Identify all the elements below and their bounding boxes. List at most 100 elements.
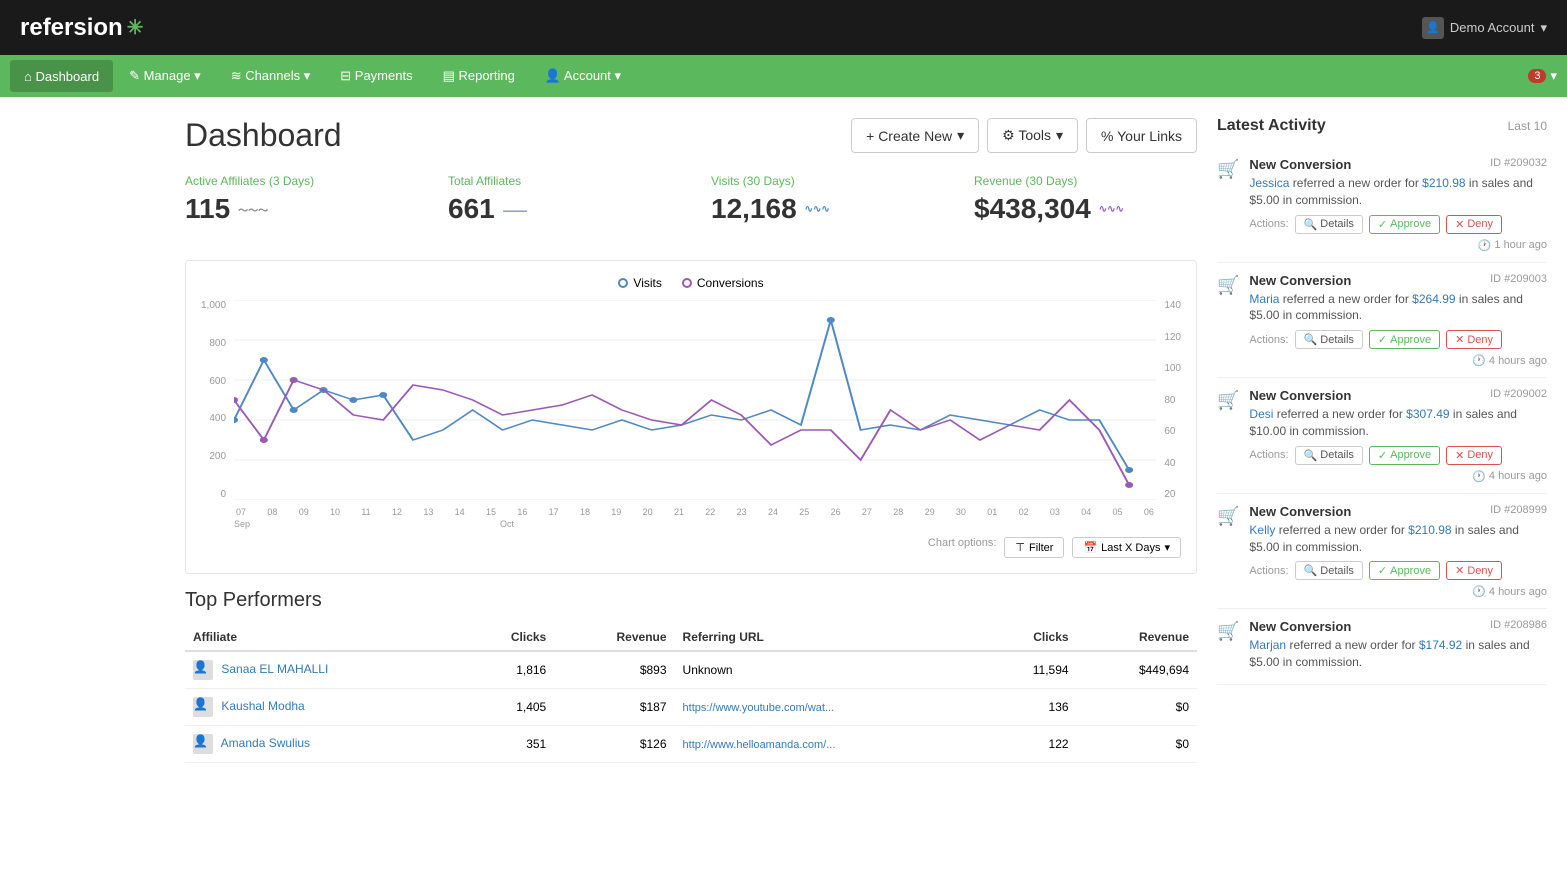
activity-top: New Conversion ID #209003 [1249, 273, 1547, 288]
col-revenue: Revenue [554, 624, 674, 651]
affiliate-link[interactable]: Kelly [1249, 523, 1275, 537]
approve-button[interactable]: ✓ Approve [1369, 446, 1440, 465]
details-button[interactable]: 🔍 Details [1295, 330, 1363, 349]
url-cell: Unknown [675, 651, 983, 689]
account-menu[interactable]: 👤 Demo Account ▾ [1422, 17, 1547, 39]
activity-type: New Conversion [1249, 157, 1351, 172]
activity-text: Kelly referred a new order for $210.98 i… [1249, 522, 1547, 556]
url-revenue-cell: $0 [1077, 726, 1197, 763]
nav-item-channels[interactable]: ≋ Channels ▾ [217, 60, 325, 92]
legend-dot-visits [618, 278, 628, 288]
approve-button[interactable]: ✓ Approve [1369, 561, 1440, 580]
deny-button[interactable]: ✕ Deny [1446, 561, 1502, 580]
stat-visits-sparkline: ∿∿∿ [805, 204, 830, 215]
deny-button[interactable]: ✕ Deny [1446, 446, 1502, 465]
clock-icon: 🕐 [1478, 239, 1492, 252]
nav-item-manage[interactable]: ✎ Manage ▾ [115, 60, 215, 92]
activity-time: 🕐 4 hours ago [1249, 354, 1547, 367]
clicks-cell: 351 [461, 726, 555, 763]
activity-time: 🕐 4 hours ago [1249, 470, 1547, 483]
details-button[interactable]: 🔍 Details [1295, 446, 1363, 465]
revenue-cell: $126 [554, 726, 674, 763]
calendar-icon: 📅 [1083, 541, 1097, 554]
revenue-cell: $187 [554, 689, 674, 726]
activity-id: ID #209003 [1490, 273, 1547, 285]
logo: refersion✳ [20, 14, 143, 42]
details-button[interactable]: 🔍 Details [1295, 561, 1363, 580]
amount-link[interactable]: $307.49 [1406, 407, 1449, 421]
nav-item-account[interactable]: 👤 Account ▾ [531, 60, 635, 92]
activity-text: Maria referred a new order for $264.99 i… [1249, 291, 1547, 325]
activity-actions: Actions: 🔍 Details ✓ Approve ✕ Deny [1249, 215, 1547, 234]
activity-time: 🕐 1 hour ago [1249, 239, 1547, 252]
filter-button[interactable]: ⊤ Filter [1004, 537, 1064, 558]
affiliate-cell: 👤 Sanaa EL MAHALLI [185, 651, 461, 689]
affiliate-link[interactable]: Maria [1249, 292, 1279, 306]
actions-label: Actions: [1249, 565, 1288, 577]
approve-button[interactable]: ✓ Approve [1369, 215, 1440, 234]
activity-id: ID #209002 [1490, 388, 1547, 400]
activity-content: New Conversion ID #208999 Kelly referred… [1249, 504, 1547, 599]
affiliate-name-link[interactable]: Sanaa EL MAHALLI [221, 662, 328, 676]
activity-text: Marjan referred a new order for $174.92 … [1249, 637, 1547, 671]
affiliate-name-link[interactable]: Kaushal Modha [221, 699, 304, 713]
performers-table: Affiliate Clicks Revenue Referring URL C… [185, 624, 1197, 763]
details-button[interactable]: 🔍 Details [1295, 215, 1363, 234]
chart-y-axis-left: 1,000 800 600 400 200 0 [201, 300, 234, 500]
affiliate-link[interactable]: Desi [1249, 407, 1273, 421]
create-new-button[interactable]: + Create New ▾ [851, 118, 979, 153]
user-icon: 👤 [1422, 17, 1444, 39]
logo-text: refersion [20, 14, 123, 42]
amount-link[interactable]: $210.98 [1422, 176, 1465, 190]
main-content: Dashboard + Create New ▾ ⚙ Tools ▾ % You… [0, 97, 1567, 880]
approve-button[interactable]: ✓ Approve [1369, 330, 1440, 349]
notification-dropdown-icon[interactable]: ▾ [1550, 68, 1557, 84]
url-link[interactable]: http://www.helloamanda.com/... [683, 739, 836, 751]
activity-text: Jessica referred a new order for $210.98… [1249, 175, 1547, 209]
deny-button[interactable]: ✕ Deny [1446, 215, 1502, 234]
notification-badge-container[interactable]: 3 ▾ [1528, 68, 1557, 84]
deny-button[interactable]: ✕ Deny [1446, 330, 1502, 349]
affiliate-link[interactable]: Marjan [1249, 638, 1286, 652]
url-link[interactable]: https://www.youtube.com/wat... [683, 702, 835, 714]
amount-link[interactable]: $264.99 [1412, 292, 1455, 306]
your-links-button[interactable]: % Your Links [1086, 118, 1197, 153]
activity-id: ID #208986 [1490, 619, 1547, 631]
activity-content: New Conversion ID #208986 Marjan referre… [1249, 619, 1547, 674]
nav-item-reporting[interactable]: ▤ Reporting [429, 60, 529, 92]
page-title: Dashboard [185, 117, 342, 154]
chart-month-labels: Sep Oct [234, 519, 1156, 529]
tools-button[interactable]: ⚙ Tools ▾ [987, 118, 1078, 153]
nav-item-dashboard[interactable]: ⌂ Dashboard [10, 60, 113, 92]
activity-id: ID #209032 [1490, 157, 1547, 169]
affiliate-name-link[interactable]: Amanda Swulius [221, 736, 310, 750]
notification-badge[interactable]: 3 [1528, 69, 1546, 83]
chart-x-labels: 0708091011121314151617181920212223242526… [234, 507, 1156, 517]
range-button[interactable]: 📅 Last X Days ▾ [1072, 537, 1181, 558]
clock-icon: 🕐 [1472, 470, 1486, 483]
cart-icon: 🛒 [1217, 275, 1239, 368]
amount-link[interactable]: $174.92 [1419, 638, 1462, 652]
url-clicks-cell: 136 [982, 689, 1076, 726]
affiliate-link[interactable]: Jessica [1249, 176, 1289, 190]
activity-text: Desi referred a new order for $307.49 in… [1249, 406, 1547, 440]
filter-label: Filter [1029, 542, 1053, 554]
actions-label: Actions: [1249, 218, 1288, 230]
stat-visits-label: Visits (30 Days) [711, 174, 934, 188]
nav-item-payments[interactable]: ⊟ Payments [326, 60, 426, 92]
activity-type: New Conversion [1249, 273, 1351, 288]
activity-item: 🛒 New Conversion ID #209032 Jessica refe… [1217, 147, 1547, 263]
legend-visits-label: Visits [633, 276, 661, 290]
page-header: Dashboard + Create New ▾ ⚙ Tools ▾ % You… [185, 117, 1197, 154]
col-referring-url: Referring URL [675, 624, 983, 651]
activity-type: New Conversion [1249, 619, 1351, 634]
header: refersion✳ 👤 Demo Account ▾ [0, 0, 1567, 55]
amount-link[interactable]: $210.98 [1408, 523, 1451, 537]
col-clicks: Clicks [461, 624, 555, 651]
actions-label: Actions: [1249, 449, 1288, 461]
activity-type: New Conversion [1249, 504, 1351, 519]
chart-options: Chart options: ⊤ Filter 📅 Last X Days ▾ [201, 537, 1181, 558]
clock-icon: 🕐 [1472, 585, 1486, 598]
affiliate-cell: 👤 Kaushal Modha [185, 689, 461, 726]
stat-total-sparkline: ⸻ [503, 202, 528, 217]
